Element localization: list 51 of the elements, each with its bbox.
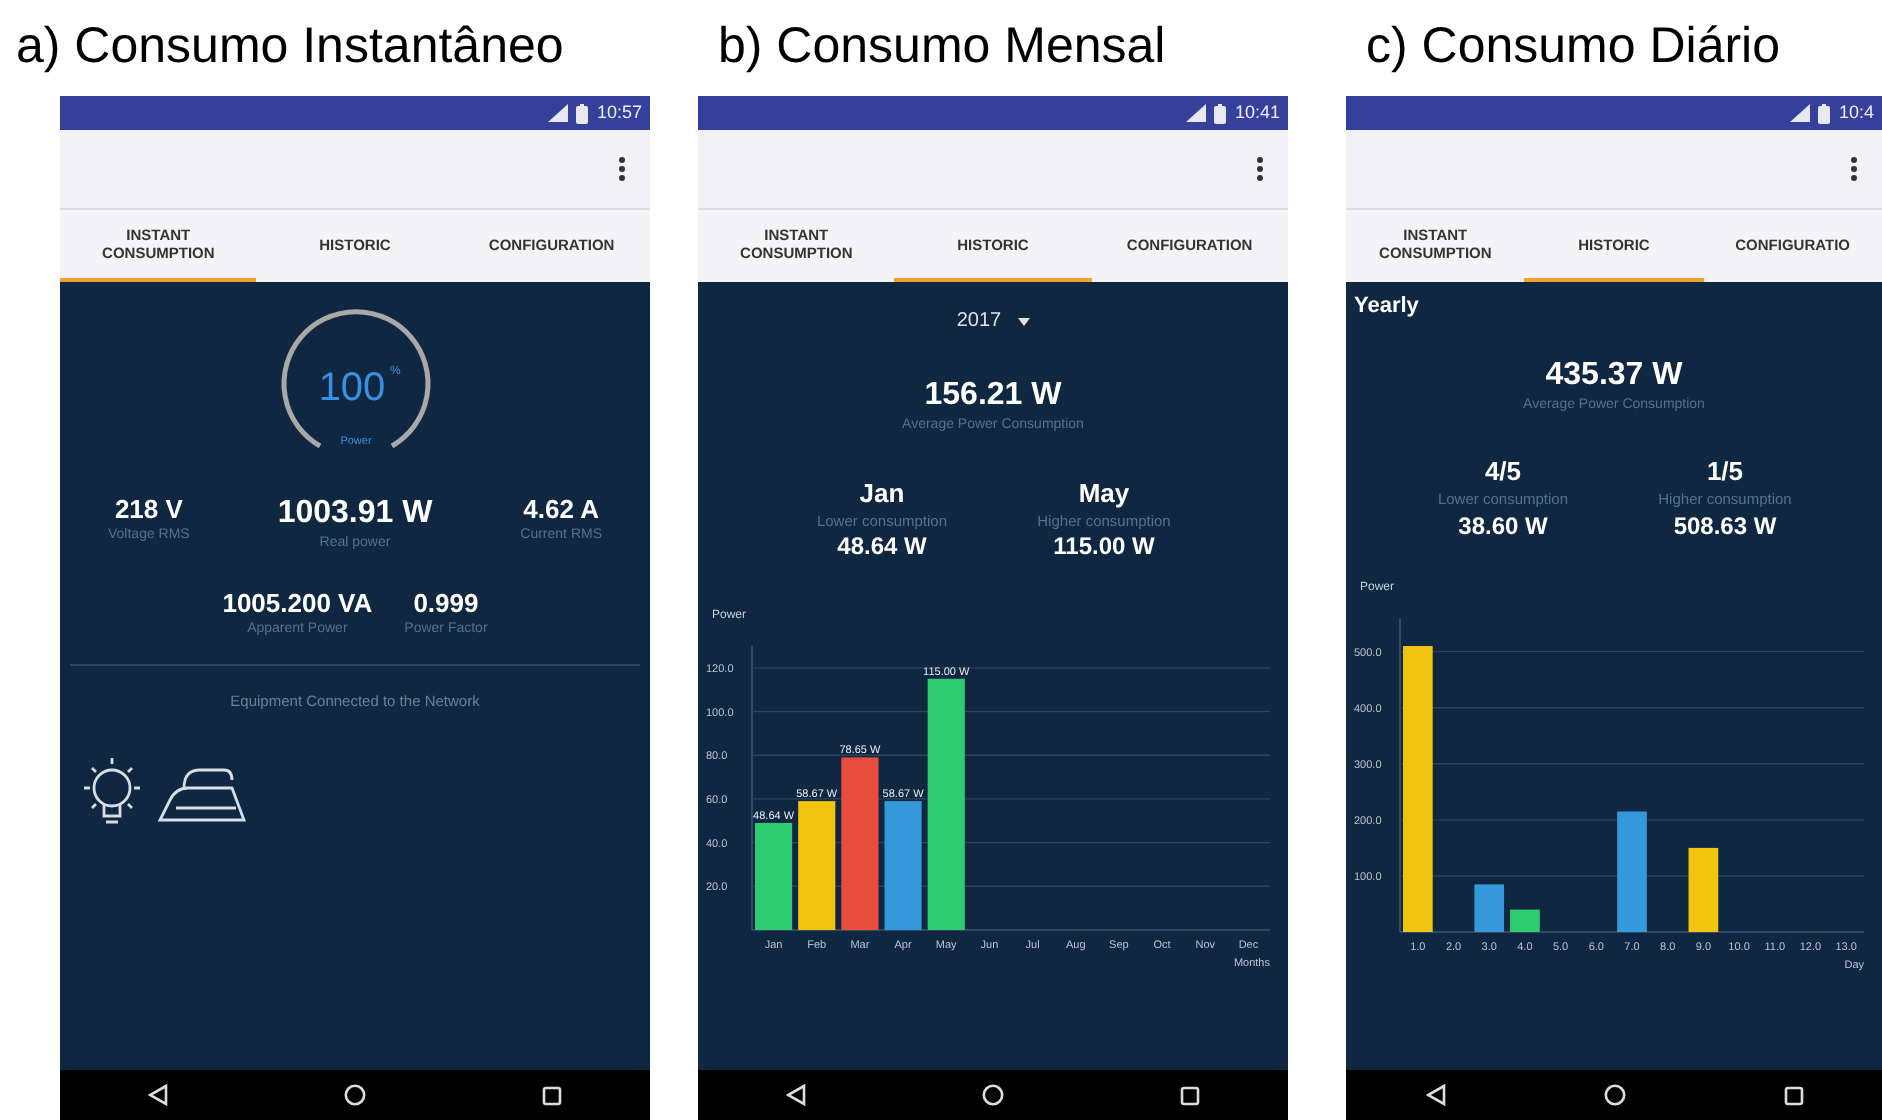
- status-time: 10:41: [1234, 99, 1280, 126]
- period-value: 4/5: [1484, 456, 1522, 489]
- more-menu-icon[interactable]: [618, 156, 626, 182]
- figure-caption: b) Consumo Mensal: [718, 16, 1166, 79]
- signal-icon: [548, 104, 569, 122]
- caret-icon: [1017, 317, 1030, 325]
- figure-caption: c) Consumo Diário: [1366, 16, 1781, 79]
- back-icon[interactable]: [786, 1084, 806, 1106]
- status-time: 10:57: [596, 99, 642, 126]
- recent-apps-icon[interactable]: [1783, 1085, 1803, 1105]
- bar: [1474, 883, 1505, 931]
- back-icon[interactable]: [1425, 1084, 1445, 1106]
- stat-value: 1005.200 VA: [222, 587, 373, 620]
- figure-caption: a) Consumo Instantâneo: [16, 16, 564, 79]
- stat-value: 1003.91 W: [277, 494, 433, 534]
- period-title: Yearly: [1354, 292, 1419, 322]
- gauge-value: 100: [317, 366, 385, 410]
- home-icon[interactable]: [344, 1084, 366, 1106]
- bar: [1510, 908, 1540, 931]
- period-value: May: [1078, 477, 1130, 510]
- signal-icon: [1186, 104, 1207, 122]
- stat-value: 218 V: [114, 494, 183, 527]
- more-menu-icon[interactable]: [1850, 156, 1858, 182]
- recent-apps-icon[interactable]: [1180, 1085, 1200, 1105]
- bar: [798, 801, 836, 930]
- bar: [1617, 810, 1647, 931]
- period-value: Jan: [859, 477, 905, 510]
- signal-icon: [1790, 104, 1811, 122]
- stat-value: 508.63 W: [1673, 511, 1777, 541]
- battery-icon: [1214, 103, 1227, 123]
- bar: [755, 822, 793, 930]
- iron-icon: [156, 763, 248, 823]
- home-icon[interactable]: [982, 1084, 1004, 1106]
- stat-value: 156.21 W: [924, 376, 1062, 416]
- status-time: 10:4: [1838, 99, 1874, 126]
- stat-value: 38.60 W: [1458, 511, 1548, 541]
- battery-icon: [1818, 103, 1831, 123]
- stat-value: 0.999: [413, 587, 479, 620]
- stat-value: 435.37 W: [1545, 355, 1683, 395]
- period-value: 1/5: [1706, 456, 1744, 489]
- stat-value: 4.62 A: [523, 494, 599, 527]
- bar: [1688, 846, 1719, 931]
- recent-apps-icon[interactable]: [542, 1085, 562, 1105]
- year-dropdown[interactable]: 2017: [956, 306, 1030, 336]
- battery-icon: [576, 103, 589, 123]
- back-icon[interactable]: [148, 1084, 168, 1106]
- stat-value: 115.00 W: [1053, 532, 1155, 562]
- home-icon[interactable]: [1603, 1084, 1625, 1106]
- more-menu-icon[interactable]: [1256, 156, 1264, 182]
- bar: [884, 801, 922, 930]
- stat-value: 48.64 W: [837, 532, 927, 562]
